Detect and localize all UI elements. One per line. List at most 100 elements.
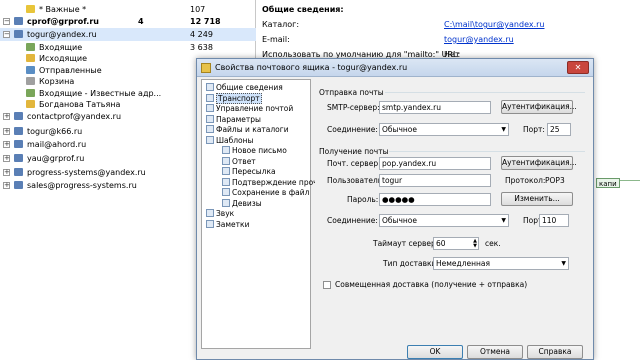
dialog-titlebar[interactable]: Свойства почтового ящика - togur@yandex.… <box>197 59 593 77</box>
folder-icon <box>26 5 35 13</box>
mailbox-row-label: mail@ahord.ru <box>27 140 87 149</box>
send-connection-select[interactable]: Обычное ▼ <box>379 123 509 136</box>
expand-toggle-icon[interactable]: + <box>3 128 10 135</box>
tree-item[interactable]: Звук <box>206 208 234 219</box>
combined-delivery-label: Совмещенная доставка (получение + отправ… <box>335 280 528 289</box>
mailbox-icon <box>14 168 23 176</box>
tree-item[interactable]: Девизы <box>222 198 262 209</box>
settings-page-icon <box>206 209 214 217</box>
tree-item[interactable]: Файлы и каталоги <box>206 124 289 135</box>
send-group-line <box>385 92 585 93</box>
side-tag[interactable]: капи <box>596 178 620 188</box>
send-connection-value: Обычное <box>382 125 417 134</box>
tree-item[interactable]: Ответ <box>222 156 256 167</box>
send-group-label: Отправка почты <box>319 88 384 97</box>
folder-icon <box>26 66 35 74</box>
unread-count: 4 <box>138 17 144 26</box>
mailbox-icon <box>14 140 23 148</box>
tree-item-label: Управление почтой <box>216 104 294 113</box>
user-label: Пользователь: <box>327 176 385 185</box>
tree-item-label: Сохранение в файл <box>232 188 310 197</box>
mailbox-icon <box>14 30 23 38</box>
tree-item[interactable]: Транспорт <box>206 92 262 104</box>
mailbox-icon <box>201 63 211 73</box>
timeout-input[interactable]: 60 ▲ ▼ <box>433 237 479 250</box>
delivery-value: Немедленная <box>436 259 491 268</box>
settings-page-icon <box>206 114 214 123</box>
dialog-title: Свойства почтового ящика - togur@yandex.… <box>215 63 408 72</box>
settings-tree: Общие сведения Транспорт Управление почтой… <box>201 79 322 349</box>
mailbox-row[interactable]: − togur@yandex.ru 4 249 <box>0 28 256 41</box>
recv-connection-label: Соединение: <box>327 216 378 225</box>
mailbox-row-label: progress-systems@yandex.ru <box>27 168 146 177</box>
total-count: 4 249 <box>190 30 213 39</box>
info-title: Общие сведения: <box>262 5 344 14</box>
close-button[interactable]: ✕ <box>567 61 589 74</box>
spinner-icon[interactable]: ▲ ▼ <box>473 239 477 249</box>
chevron-down-icon: ▼ <box>501 126 506 133</box>
mailbox-icon <box>14 154 23 162</box>
tree-item[interactable]: Параметры <box>206 114 261 125</box>
folder-icon <box>26 54 35 62</box>
recv-port-input[interactable]: 110 <box>539 214 569 227</box>
folder-icon <box>26 89 35 97</box>
cancel-button[interactable]: Отмена <box>467 345 523 359</box>
tree-item[interactable]: Пересылка <box>222 166 276 177</box>
mailbox-row-label: contactprof@yandex.ru <box>27 112 122 121</box>
help-button[interactable]: Справка <box>527 345 583 359</box>
chevron-down-icon: ▼ <box>501 217 506 224</box>
recv-group-line <box>389 151 585 152</box>
timeout-unit: сек. <box>485 239 501 248</box>
tree-item-label: Заметки <box>216 219 250 229</box>
tree-item[interactable]: Новое письмо <box>222 145 287 156</box>
password-input[interactable]: ●●●●● <box>379 193 491 206</box>
expand-toggle-icon[interactable]: + <box>3 155 10 162</box>
pop-auth-button[interactable]: Аутентификация... <box>501 156 577 170</box>
tree-item[interactable]: Управление почтой <box>206 103 293 114</box>
smtp-label: SMTP-сервер: <box>327 103 380 112</box>
email-link[interactable]: togur@yandex.ru <box>444 35 514 44</box>
tree-item-label: Транспорт <box>216 92 262 104</box>
delivery-label: Тип доставки: <box>383 259 439 268</box>
tree-item[interactable]: Подтверждение прочт <box>222 177 322 188</box>
settings-page-icon <box>222 146 230 154</box>
ok-button[interactable]: OK <box>407 345 463 359</box>
delivery-select[interactable]: Немедленная ▼ <box>433 257 569 270</box>
expand-toggle-icon[interactable]: + <box>3 169 10 176</box>
settings-page-icon <box>222 198 230 207</box>
recv-group-label: Получение почты <box>319 147 389 156</box>
settings-page-icon <box>222 167 230 175</box>
pop-server-input[interactable]: pop.yandex.ru <box>379 157 491 170</box>
tree-item[interactable]: Заметки <box>206 219 249 230</box>
tree-item[interactable]: Шаблоны <box>206 135 253 146</box>
mailbox-row-label: cprof@grprof.ru <box>27 17 99 26</box>
tree-item-label: Подтверждение прочт <box>232 177 322 187</box>
combined-delivery-checkbox[interactable] <box>323 281 331 289</box>
settings-page-icon <box>206 93 214 102</box>
tree-item-label: Шаблоны <box>216 135 254 145</box>
smtp-server-input[interactable]: smtp.yandex.ru <box>379 101 491 114</box>
smtp-auth-button[interactable]: Аутентификация... <box>501 100 577 114</box>
catalog-link[interactable]: C:\mail\togur@yandex.ru <box>444 20 544 29</box>
tree-item[interactable]: Сохранение в файл <box>222 187 309 198</box>
expand-toggle-icon[interactable]: + <box>3 113 10 120</box>
recv-connection-value: Обычное <box>382 216 417 225</box>
expand-toggle-icon[interactable]: − <box>3 31 10 38</box>
send-port-input[interactable]: 25 <box>547 123 571 136</box>
expand-toggle-icon[interactable]: − <box>3 18 10 25</box>
tree-item-label: Пересылка <box>232 167 276 176</box>
expand-toggle-icon[interactable]: + <box>3 182 10 189</box>
mailbox-row[interactable]: − cprof@grprof.ru 4 12 718 <box>0 15 256 28</box>
mailbox-icon <box>14 181 23 189</box>
timeout-value: 60 <box>436 239 446 248</box>
mailbox-row-label: togur@yandex.ru <box>27 30 97 39</box>
recv-connection-select[interactable]: Обычное ▼ <box>379 214 509 227</box>
expand-toggle-icon[interactable]: + <box>3 141 10 148</box>
mailbox-icon <box>14 17 23 25</box>
chevron-down-icon: ▼ <box>561 260 566 267</box>
settings-page-icon <box>206 219 214 228</box>
change-password-button[interactable]: Изменить... <box>501 192 573 206</box>
tree-item[interactable]: Общие сведения <box>206 82 283 93</box>
user-input[interactable]: togur <box>379 174 491 187</box>
pop-server-label: Почт. сервер: <box>327 159 381 168</box>
